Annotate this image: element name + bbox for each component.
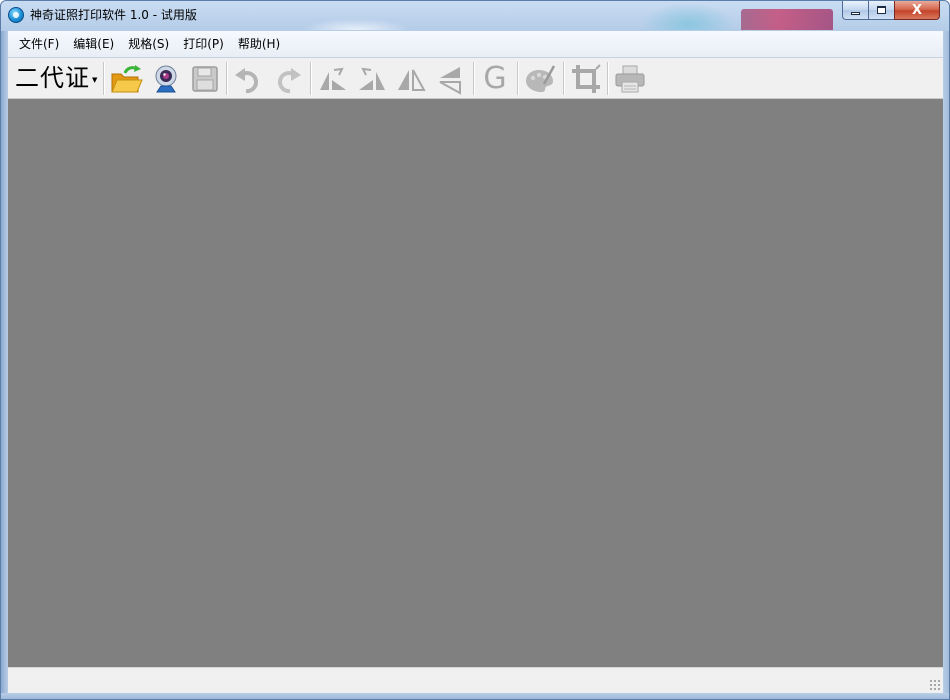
resize-grip-icon[interactable] <box>929 679 941 691</box>
spec-dropdown-value: 二代证 <box>15 64 90 92</box>
minimize-button[interactable] <box>842 1 868 20</box>
chevron-down-icon: ▼ <box>92 76 98 84</box>
save-button[interactable] <box>188 62 222 96</box>
flip-vertical-icon <box>439 67 461 95</box>
toolbar-separator <box>226 62 228 95</box>
toolbar-separator <box>517 62 519 95</box>
crop-icon <box>572 64 601 93</box>
menu-help[interactable]: 帮助(H) <box>231 33 287 55</box>
rotate-right-icon <box>359 67 385 90</box>
camera-capture-button[interactable] <box>149 62 183 96</box>
menu-edit[interactable]: 编辑(E) <box>66 33 121 55</box>
open-image-button[interactable] <box>109 62 143 96</box>
minimize-icon <box>851 11 860 15</box>
window-controls: X <box>842 1 940 21</box>
status-bar <box>8 667 943 693</box>
flip-vertical-button[interactable] <box>434 62 468 96</box>
menu-bar: 文件(F) 编辑(E) 规格(S) 打印(P) 帮助(H) <box>8 31 943 58</box>
printer-icon <box>615 65 645 93</box>
grayscale-icon: G <box>483 61 507 96</box>
flip-horizontal-icon <box>398 69 426 91</box>
redo-button[interactable] <box>270 62 304 96</box>
rotate-left-button[interactable] <box>316 62 350 96</box>
title-bar-background-image <box>741 9 833 30</box>
color-adjust-button[interactable] <box>522 62 556 96</box>
undo-icon <box>235 68 258 94</box>
maximize-button[interactable] <box>868 1 894 20</box>
close-icon: X <box>911 2 923 18</box>
toolbar-separator <box>103 62 105 95</box>
window-border-right <box>943 31 949 699</box>
app-logo-icon[interactable] <box>8 7 24 23</box>
title-bar-background-glow <box>641 3 736 30</box>
toolbar-separator <box>607 62 609 95</box>
save-disk-icon <box>192 66 218 92</box>
app-window: 神奇证照打印软件 1.0 - 试用版 X 文件(F) 编辑(E) 规格(S) 打… <box>0 0 950 700</box>
rotate-left-icon <box>320 67 346 90</box>
open-folder-icon <box>111 65 143 93</box>
flip-horizontal-button[interactable] <box>394 62 428 96</box>
maximize-icon <box>877 6 886 14</box>
title-bar[interactable]: 神奇证照打印软件 1.0 - 试用版 X <box>1 1 949 30</box>
window-title: 神奇证照打印软件 1.0 - 试用版 <box>30 8 197 22</box>
color-palette-icon <box>526 65 556 92</box>
print-button[interactable] <box>613 62 647 96</box>
menu-spec[interactable]: 规格(S) <box>121 33 176 55</box>
toolbar-separator <box>310 62 312 95</box>
spec-dropdown[interactable]: 二代证 ▼ <box>15 63 97 93</box>
toolbar: 二代证 ▼ G <box>8 58 943 99</box>
redo-icon <box>278 68 301 94</box>
undo-button[interactable] <box>232 62 266 96</box>
rotate-right-button[interactable] <box>355 62 389 96</box>
menu-file[interactable]: 文件(F) <box>12 33 66 55</box>
window-border-bottom <box>1 693 949 699</box>
grayscale-button[interactable]: G <box>478 62 512 96</box>
close-button[interactable]: X <box>894 1 940 20</box>
image-canvas[interactable] <box>8 99 943 667</box>
window-border-left <box>1 31 8 699</box>
webcam-icon <box>155 65 177 93</box>
title-bar-glow <box>301 19 411 30</box>
crop-button[interactable] <box>569 62 603 96</box>
toolbar-separator <box>473 62 475 95</box>
menu-print[interactable]: 打印(P) <box>176 33 231 55</box>
toolbar-separator <box>563 62 565 95</box>
